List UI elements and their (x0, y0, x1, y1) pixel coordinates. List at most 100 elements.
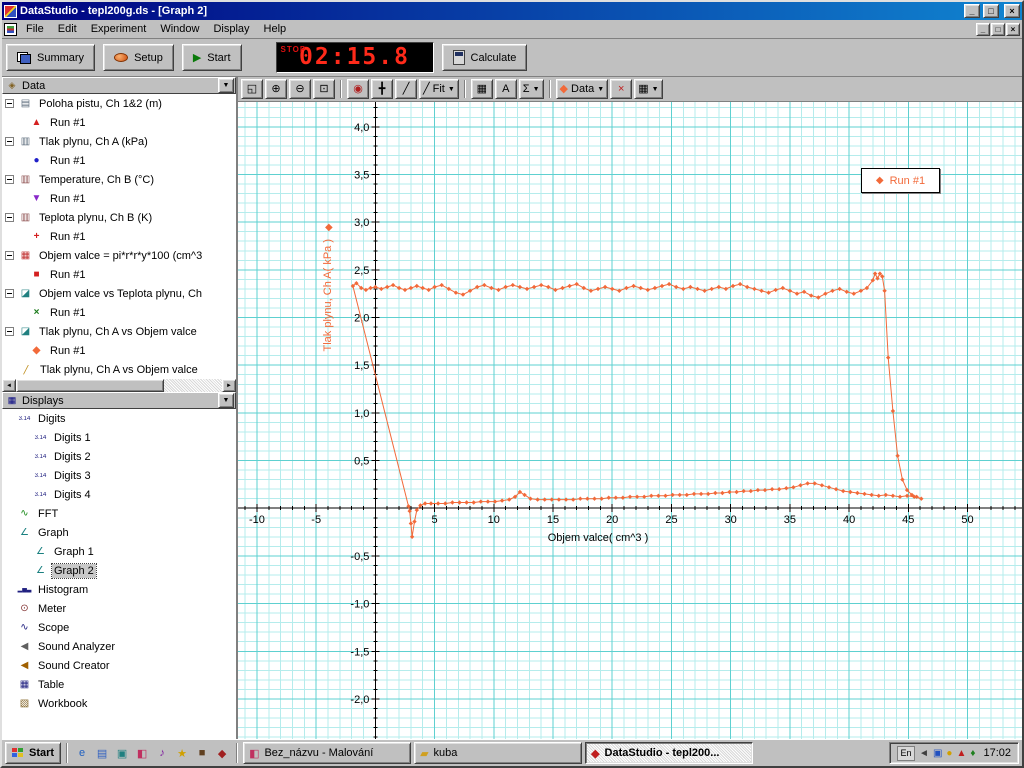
antivirus-icon[interactable]: ▲ (956, 748, 966, 759)
display-item[interactable]: ▧ Workbook (2, 694, 236, 713)
task-button[interactable]: ◧ Bez_názvu - Malování (243, 742, 412, 764)
menu-window[interactable]: Window (153, 21, 206, 37)
paint-icon[interactable]: ◧ (133, 743, 151, 763)
display-subitem[interactable]: 3.14 Digits 2 (2, 447, 236, 466)
menu-file[interactable]: File (19, 21, 51, 37)
collapse-box-icon[interactable] (5, 175, 14, 184)
display-item[interactable]: ◀ Sound Analyzer (2, 637, 236, 656)
zoom-out-button[interactable]: ⊖ (289, 79, 311, 99)
display-item[interactable]: ∿ FFT (2, 504, 236, 523)
data-tree-hscrollbar[interactable]: ◄ ► (2, 379, 236, 392)
display-subitem[interactable]: 3.14 Digits 4 (2, 485, 236, 504)
collapse-box-icon[interactable] (5, 251, 14, 260)
volume-icon[interactable]: ◄ (919, 748, 929, 759)
legend[interactable]: ◆ Run #1 (861, 168, 940, 193)
slope-tool-button[interactable]: ╱ (395, 79, 417, 99)
messenger-icon[interactable]: ♦ (970, 748, 975, 759)
show-desktop-icon[interactable]: ▣ (113, 743, 131, 763)
mdi-restore-button[interactable]: □ (991, 22, 1005, 36)
display-item[interactable]: ▦ Table (2, 675, 236, 694)
display-item[interactable]: ∠ Graph (2, 523, 236, 542)
text-tool-button[interactable]: A (494, 79, 517, 99)
collapse-box-icon[interactable] (5, 289, 14, 298)
graph-plot[interactable]: -10 -5 5 10 15 20 25 30 35 40 45 504,03,53,02,52,01… (238, 102, 1022, 739)
run-item[interactable]: ◆ Run #1 (2, 341, 236, 360)
outlook-icon[interactable]: ▤ (93, 743, 111, 763)
display-item[interactable]: ▂▅▃ Histogram (2, 580, 236, 599)
data-item[interactable]: ▥ Temperature, Ch B (°C) (2, 170, 236, 189)
document-icon[interactable]: ■ (193, 743, 211, 763)
plot-area[interactable]: -10 -5 5 10 15 20 25 30 35 40 45 50 4,0 3,5 3,0 2,5 2,0 1… (238, 102, 1022, 739)
fit-menu-button[interactable]: ╱ Fit ▼ (419, 79, 459, 99)
minimize-button[interactable]: _ (964, 4, 980, 18)
display-subitem[interactable]: 3.14 Digits 1 (2, 428, 236, 447)
media-player-icon[interactable]: ♪ (153, 743, 171, 763)
calculate-button[interactable]: Calculate (441, 44, 528, 71)
menu-edit[interactable]: Edit (51, 21, 84, 37)
display-subitem[interactable]: 3.14 Digits 3 (2, 466, 236, 485)
zoom-in-button[interactable]: ⊕ (265, 79, 287, 99)
menu-experiment[interactable]: Experiment (84, 21, 154, 37)
maximize-button[interactable]: □ (983, 4, 999, 18)
run-item[interactable]: ▲ Run #1 (2, 113, 236, 132)
run-item[interactable]: ● Run #1 (2, 151, 236, 170)
data-menu-button[interactable]: ◆ Data ▼ (555, 79, 609, 99)
zoom-select-button[interactable]: ⊡ (313, 79, 335, 99)
data-panel-header[interactable]: ◈ Data ▼ (2, 77, 236, 94)
collapse-box-icon[interactable] (5, 213, 14, 222)
display-item[interactable]: ◀ Sound Creator (2, 656, 236, 675)
scheduler-icon[interactable]: ● (946, 748, 952, 759)
document-icon[interactable] (4, 22, 17, 36)
data-item[interactable]: ╱ Tlak plynu, Ch A vs Objem valce (2, 360, 236, 379)
display-item[interactable]: 3.14 Digits (2, 409, 236, 428)
scrollbar-thumb[interactable] (16, 379, 164, 392)
run-item[interactable]: ▼ Run #1 (2, 189, 236, 208)
displays-panel-dropdown-button[interactable]: ▼ (218, 393, 234, 408)
graph-settings-button[interactable]: ▦ ▼ (634, 79, 663, 99)
collapse-box-icon[interactable] (5, 99, 14, 108)
data-panel-dropdown-button[interactable]: ▼ (218, 78, 234, 93)
display-item[interactable]: ⊙ Meter (2, 599, 236, 618)
collapse-box-icon[interactable] (5, 137, 14, 146)
menu-help[interactable]: Help (257, 21, 294, 37)
displays-panel-header[interactable]: ▦ Displays ▼ (2, 392, 236, 409)
scroll-left-icon[interactable]: ◄ (2, 379, 16, 392)
scale-to-fit-button[interactable]: ◱ (241, 79, 263, 99)
close-button[interactable]: × (1004, 4, 1020, 18)
mdi-close-button[interactable]: × (1006, 22, 1020, 36)
summary-button[interactable]: Summary (6, 44, 96, 71)
collapse-box-icon[interactable] (5, 327, 14, 336)
data-item[interactable]: ▦ Objem valce = pi*r*r*y*100 (cm^3 (2, 246, 236, 265)
task-button[interactable]: ◆ DataStudio - tepl200... (585, 742, 754, 764)
display-subitem[interactable]: ∠ Graph 2 (2, 561, 236, 580)
data-item[interactable]: ▥ Teplota plynu, Ch B (K) (2, 208, 236, 227)
alarm-button[interactable]: ◉ (347, 79, 369, 99)
run-item-label: Run #1 (50, 306, 86, 319)
start-menu-button[interactable]: Start (5, 742, 62, 764)
scroll-right-icon[interactable]: ► (222, 379, 236, 392)
winamp-icon[interactable]: ★ (173, 743, 191, 763)
task-button[interactable]: ▰ kuba (414, 742, 583, 764)
remove-data-button[interactable]: × (610, 79, 633, 99)
scrollbar-track[interactable] (164, 379, 222, 392)
mail-icon[interactable]: ◆ (213, 743, 231, 763)
start-button[interactable]: ▶ Start (181, 44, 242, 71)
data-item[interactable]: ▥ Tlak plynu, Ch A (kPa) (2, 132, 236, 151)
menu-display[interactable]: Display (206, 21, 256, 37)
smart-tool-button[interactable]: ╋ (371, 79, 393, 99)
mdi-minimize-button[interactable]: _ (976, 22, 990, 36)
display-item[interactable]: ∿ Scope (2, 618, 236, 637)
run-item[interactable]: ■ Run #1 (2, 265, 236, 284)
data-item[interactable]: ◪ Objem valce vs Teplota plynu, Ch (2, 284, 236, 303)
data-item[interactable]: ◪ Tlak plynu, Ch A vs Objem valce (2, 322, 236, 341)
display-icon[interactable]: ▣ (933, 748, 942, 759)
internet-explorer-icon[interactable]: e (73, 743, 91, 763)
language-indicator[interactable]: En (897, 745, 916, 761)
data-item[interactable]: ▤ Poloha pistu, Ch 1&2 (m) (2, 94, 236, 113)
statistics-button[interactable]: Σ ▼ (518, 79, 544, 99)
display-subitem[interactable]: ∠ Graph 1 (2, 542, 236, 561)
setup-button[interactable]: Setup (103, 44, 174, 71)
run-item[interactable]: + Run #1 (2, 227, 236, 246)
run-item[interactable]: × Run #1 (2, 303, 236, 322)
calculate-tool-button[interactable]: ▦ (470, 79, 493, 99)
